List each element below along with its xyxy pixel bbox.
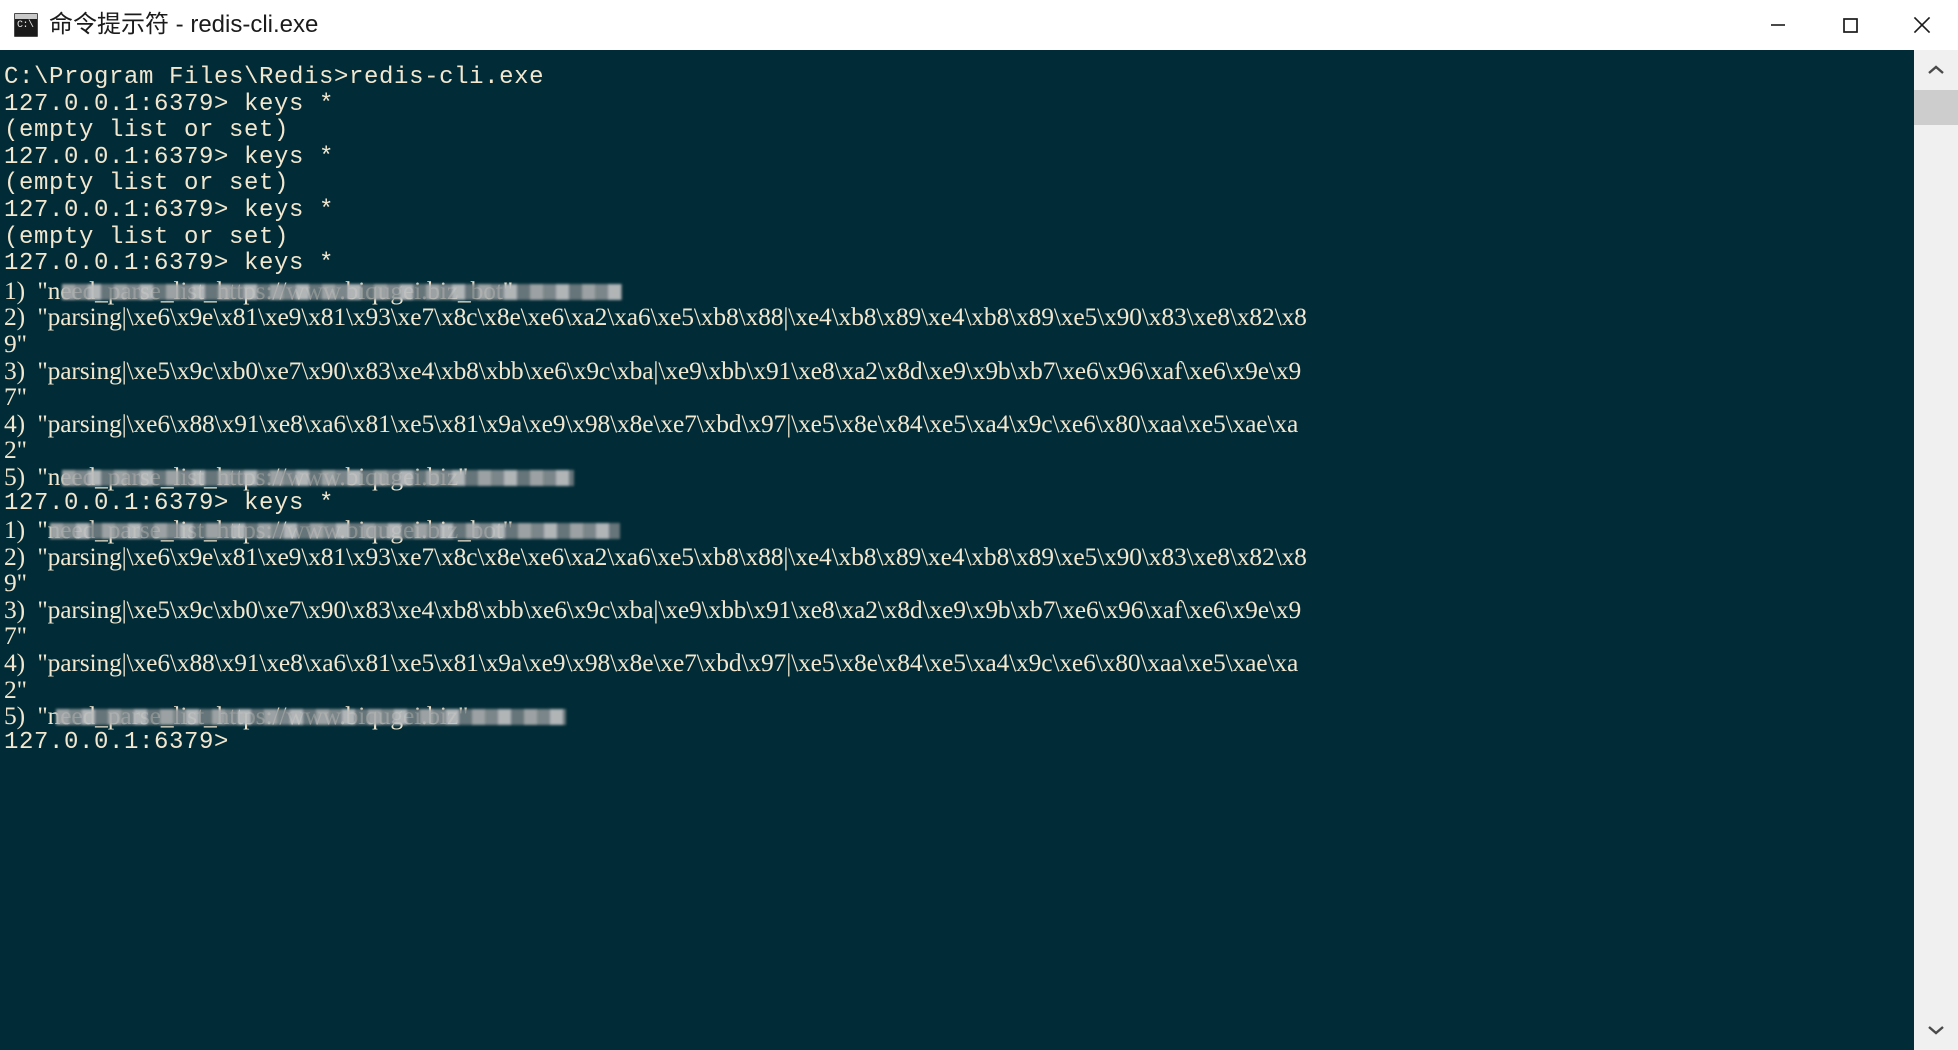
cmd-icon-glyph: C:\ [17,20,34,31]
console-line: 7" [4,382,1914,412]
chevron-up-icon [1928,65,1944,74]
chevron-down-icon [1928,1026,1944,1035]
cmd-console-icon: C:\ [14,13,38,37]
console-line-text: (empty list or set) [4,170,290,198]
console-line: 1) "need_parse_list_https://www.biqugei.… [4,515,1914,545]
console-line: 127.0.0.1:6379> [4,728,1914,757]
console-line-text: 2" [4,674,27,704]
console-line: 7" [4,623,1914,650]
console-line-text: 9" [4,568,27,598]
console-line: 127.0.0.1:6379> keys * [4,196,1914,225]
console-line: 3) "parsing|\xe5\x9c\xb0\xe7\x90\x83\xe4… [4,355,1914,385]
console-line: (empty list or set) [4,117,1914,145]
console-line: 127.0.0.1:6379> keys * [4,489,1914,518]
console-scrollbar[interactable] [1914,50,1958,1050]
console-line: 3) "parsing|\xe5\x9c\xb0\xe7\x90\x83\xe4… [4,594,1914,624]
console-line-text: 2) "parsing|\xe6\x9e\x81\xe9\x81\x93\xe7… [4,541,1307,571]
console-line-text: (empty list or set) [4,223,290,251]
console-text-block: C:\Program Files\Redis>redis-cli.exe 127.… [4,64,1914,757]
cmd-icon-titlestrip [15,14,37,19]
console-line-text: (empty list or set) [4,117,290,145]
console-line: 127.0.0.1:6379> keys * [4,90,1914,119]
console-line: (empty list or set) [4,171,1914,198]
console-line: 4) "parsing|\xe6\x88\x91\xe8\xa6\x81\xe5… [4,408,1914,438]
console-line-text: 127.0.0.1:6379> keys * [4,196,335,224]
console-line-text: 4) "parsing|\xe6\x88\x91\xe8\xa6\x81\xe5… [4,648,1299,678]
console-line-text: 1) "need_parse_list_https://www.biqugei.… [4,515,513,545]
console-line-text: 2" [4,435,27,465]
maximize-button[interactable] [1814,0,1886,50]
console-line: 2) "parsing|\xe6\x9e\x81\xe9\x81\x93\xe7… [4,541,1914,571]
console-line-text: 3) "parsing|\xe5\x9c\xb0\xe7\x90\x83\xe4… [4,594,1302,624]
close-button[interactable] [1886,0,1958,50]
title-bar[interactable]: C:\ 命令提示符 - redis-cli.exe [0,0,1958,50]
scrollbar-down-button[interactable] [1914,1010,1958,1050]
console-line: 2" [4,437,1914,464]
maximize-icon [1843,18,1858,33]
close-icon [1913,16,1931,34]
console-line: C:\Program Files\Redis>redis-cli.exe [4,64,1914,92]
scrollbar-up-button[interactable] [1914,50,1958,90]
console-line-text: 127.0.0.1:6379> keys * [4,250,335,278]
console-line-text: 4) "parsing|\xe6\x88\x91\xe8\xa6\x81\xe5… [4,408,1299,438]
console-line-text: 1) "need_parse_list_https://www.biqugei.… [4,275,513,305]
console-line: 5) "need_parse_list_https://www.biqugei.… [4,701,1914,731]
console-line: 127.0.0.1:6379> keys * [4,143,1914,172]
console-line: 127.0.0.1:6379> keys * [4,250,1914,278]
console-line: 1) "need_parse_list_https://www.biqugei.… [4,275,1914,305]
console-line-text: 127.0.0.1:6379> keys * [4,90,335,118]
scrollbar-thumb[interactable] [1914,90,1958,125]
console-line: 5) "need_parse_list_https://www.biqugei.… [4,461,1914,491]
cmd-window: C:\ 命令提示符 - redis-cli.exe C:\Program Fil… [0,0,1958,1050]
console-line-text: 2) "parsing|\xe6\x9e\x81\xe9\x81\x93\xe7… [4,302,1307,332]
console-line-text: C:\Program Files\Redis>redis-cli.exe [4,64,545,91]
console-line-text: 9" [4,328,27,358]
console-line-text: 5) "need_parse_list_https://www.biqugei.… [4,701,469,731]
console-line-text: 5) "need_parse_list_https://www.biqugei.… [4,461,469,491]
minimize-icon [1771,24,1785,26]
console-line: 9" [4,568,1914,598]
console-line-text: 127.0.0.1:6379> [4,728,230,756]
window-controls [1742,0,1958,50]
console-line: (empty list or set) [4,223,1914,252]
console-line: 2) "parsing|\xe6\x9e\x81\xe9\x81\x93\xe7… [4,304,1914,331]
console-line-text: 3) "parsing|\xe5\x9c\xb0\xe7\x90\x83\xe4… [4,355,1302,385]
console-line-text: 127.0.0.1:6379> keys * [4,489,335,517]
console-output-area[interactable]: C:\Program Files\Redis>redis-cli.exe 127.… [0,50,1958,1050]
console-line-text: 7" [4,621,27,651]
window-title: 命令提示符 - redis-cli.exe [49,11,319,38]
console-line: 2" [4,674,1914,704]
minimize-button[interactable] [1742,0,1814,50]
console-line: 4) "parsing|\xe6\x88\x91\xe8\xa6\x81\xe5… [4,648,1914,678]
console-line-text: 7" [4,382,27,412]
console-line-text: 127.0.0.1:6379> keys * [4,143,335,171]
title-bar-left: C:\ 命令提示符 - redis-cli.exe [0,11,1742,39]
console-line: 9" [4,328,1914,358]
